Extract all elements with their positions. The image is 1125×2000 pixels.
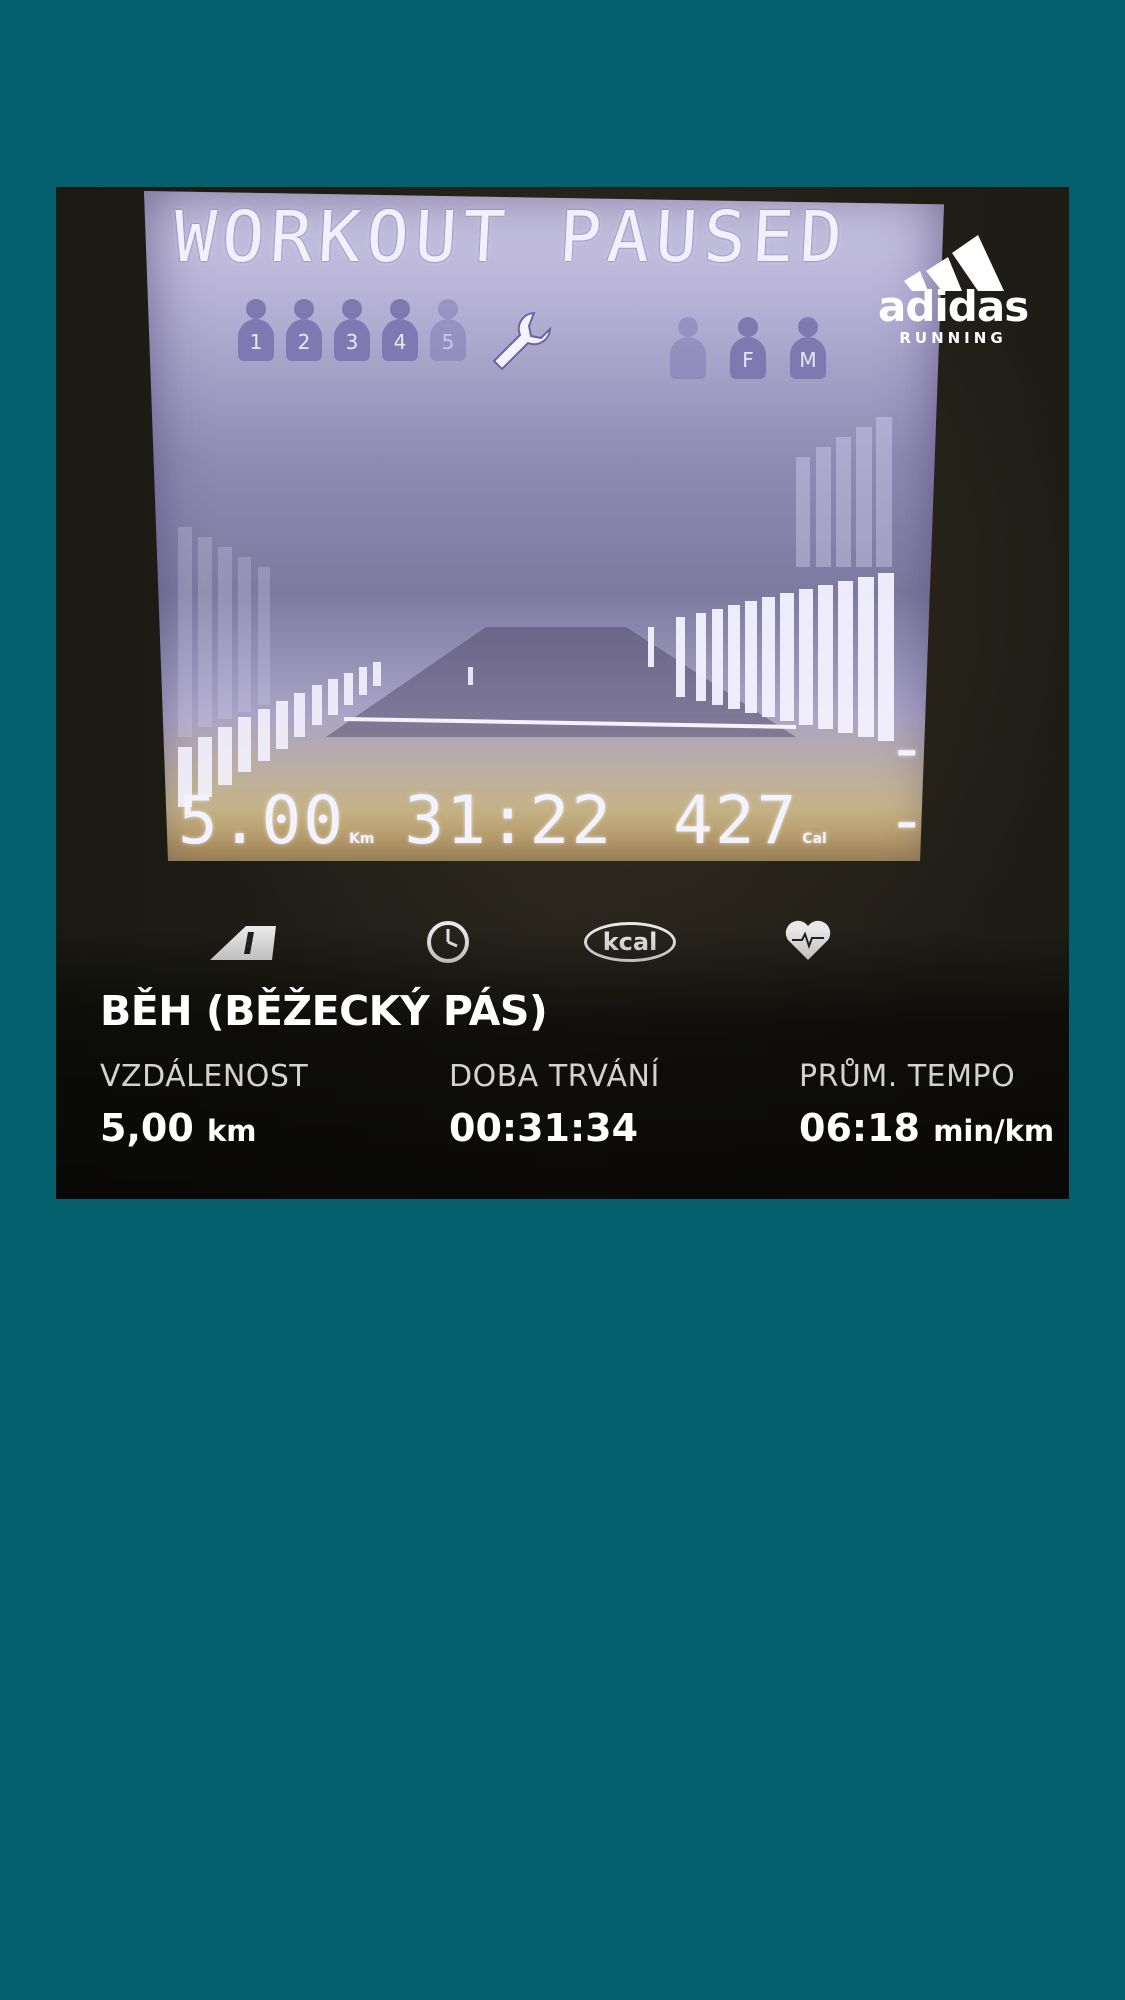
lcd-banner-text: WORKOUT PAUSED bbox=[171, 196, 851, 278]
lcd-readout: 5.00 Km 31:22 427 Cal -- bbox=[178, 713, 927, 859]
stat-distance-value-row: 5,00 km bbox=[100, 1106, 308, 1150]
stat-pace: PRŮM. TEMPO 06:18 min/km bbox=[799, 1059, 1054, 1150]
adidas-running-logo: adidas RUNNING bbox=[878, 229, 1029, 349]
lcd-calories: 427 bbox=[673, 782, 799, 859]
stat-pace-label: PRŮM. TEMPO bbox=[799, 1059, 1016, 1094]
logo-brand-text: adidas bbox=[878, 282, 1029, 331]
workout-share-card: WORKOUT PAUSED 1 2 3 4 5 F M 5.00 Km 31:… bbox=[56, 187, 1069, 1199]
lcd-time: 31:22 bbox=[404, 782, 614, 859]
stat-distance-unit: km bbox=[207, 1114, 257, 1148]
stat-distance-label: VZDÁLENOST bbox=[100, 1059, 309, 1094]
activity-title: BĚH (BĚŽECKÝ PÁS) bbox=[100, 987, 548, 1035]
stat-duration-value: 00:31:34 bbox=[449, 1106, 639, 1150]
stat-pace-value-row: 06:18 min/km bbox=[799, 1106, 1054, 1150]
lcd-distance: 5.00 bbox=[178, 782, 345, 859]
stat-pace-unit: min/km bbox=[933, 1114, 1055, 1148]
stat-distance-value: 5,00 bbox=[100, 1106, 194, 1150]
stat-duration-label: DOBA TRVÁNÍ bbox=[449, 1059, 660, 1094]
stat-distance: VZDÁLENOST 5,00 km bbox=[100, 1059, 308, 1150]
logo-sub-text: RUNNING bbox=[899, 329, 1007, 347]
stat-pace-value: 06:18 bbox=[799, 1106, 920, 1150]
stat-duration: DOBA TRVÁNÍ 00:31:34 bbox=[449, 1059, 660, 1150]
lcd-heart-rate: -- bbox=[886, 710, 929, 859]
lcd-track-graphic bbox=[178, 417, 894, 807]
lcd-banner: WORKOUT PAUSED bbox=[171, 196, 936, 278]
lcd-distance-unit: Km bbox=[348, 831, 375, 847]
lcd-calories-unit: Cal bbox=[802, 831, 827, 847]
